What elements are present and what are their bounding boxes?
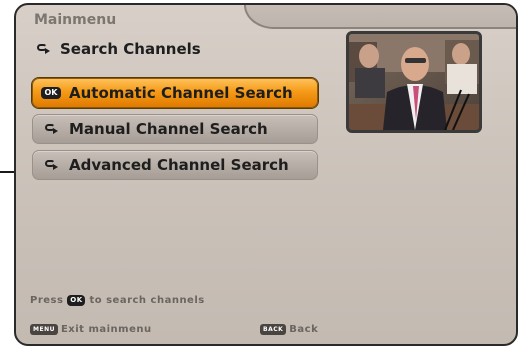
manual-channel-search-button[interactable]: Manual Channel Search bbox=[32, 114, 318, 144]
tv-preview-image bbox=[349, 34, 479, 130]
automatic-channel-search-button[interactable]: OK Automatic Channel Search bbox=[32, 78, 318, 108]
manual-channel-search-label: Manual Channel Search bbox=[69, 120, 268, 138]
advanced-channel-search-button[interactable]: Advanced Channel Search bbox=[32, 150, 318, 180]
back-hint[interactable]: BACK Back bbox=[260, 324, 318, 335]
hint-prefix: Press bbox=[30, 295, 64, 306]
sync-icon-slot bbox=[33, 124, 69, 134]
menu-key-icon: MENU bbox=[30, 324, 58, 335]
hint-suffix: to search channels bbox=[89, 295, 205, 306]
menu-title: Mainmenu bbox=[34, 12, 117, 28]
back-key-icon: BACK bbox=[260, 324, 287, 335]
ok-key-icon: OK bbox=[67, 295, 86, 306]
leader-line bbox=[0, 171, 14, 173]
tv-preview-window bbox=[346, 31, 482, 133]
sync-icon bbox=[44, 124, 58, 134]
ok-key-icon: OK bbox=[41, 87, 61, 99]
sync-icon bbox=[44, 160, 58, 170]
main-menu-panel: Mainmenu Search Channels OK Automatic Ch… bbox=[14, 3, 518, 346]
sync-icon-slot bbox=[33, 160, 69, 170]
panel-top-tab bbox=[244, 5, 516, 29]
ok-key-icon-slot: OK bbox=[33, 87, 69, 99]
back-label: Back bbox=[289, 324, 319, 335]
instruction-hint: Press OK to search channels bbox=[30, 295, 205, 306]
exit-mainmenu-label: Exit mainmenu bbox=[60, 324, 152, 335]
automatic-channel-search-label: Automatic Channel Search bbox=[69, 84, 293, 102]
section-title: Search Channels bbox=[36, 40, 201, 58]
sync-icon bbox=[36, 44, 50, 54]
exit-mainmenu-hint[interactable]: MENU Exit mainmenu bbox=[30, 324, 152, 335]
advanced-channel-search-label: Advanced Channel Search bbox=[69, 156, 289, 174]
section-title-label: Search Channels bbox=[60, 40, 201, 58]
